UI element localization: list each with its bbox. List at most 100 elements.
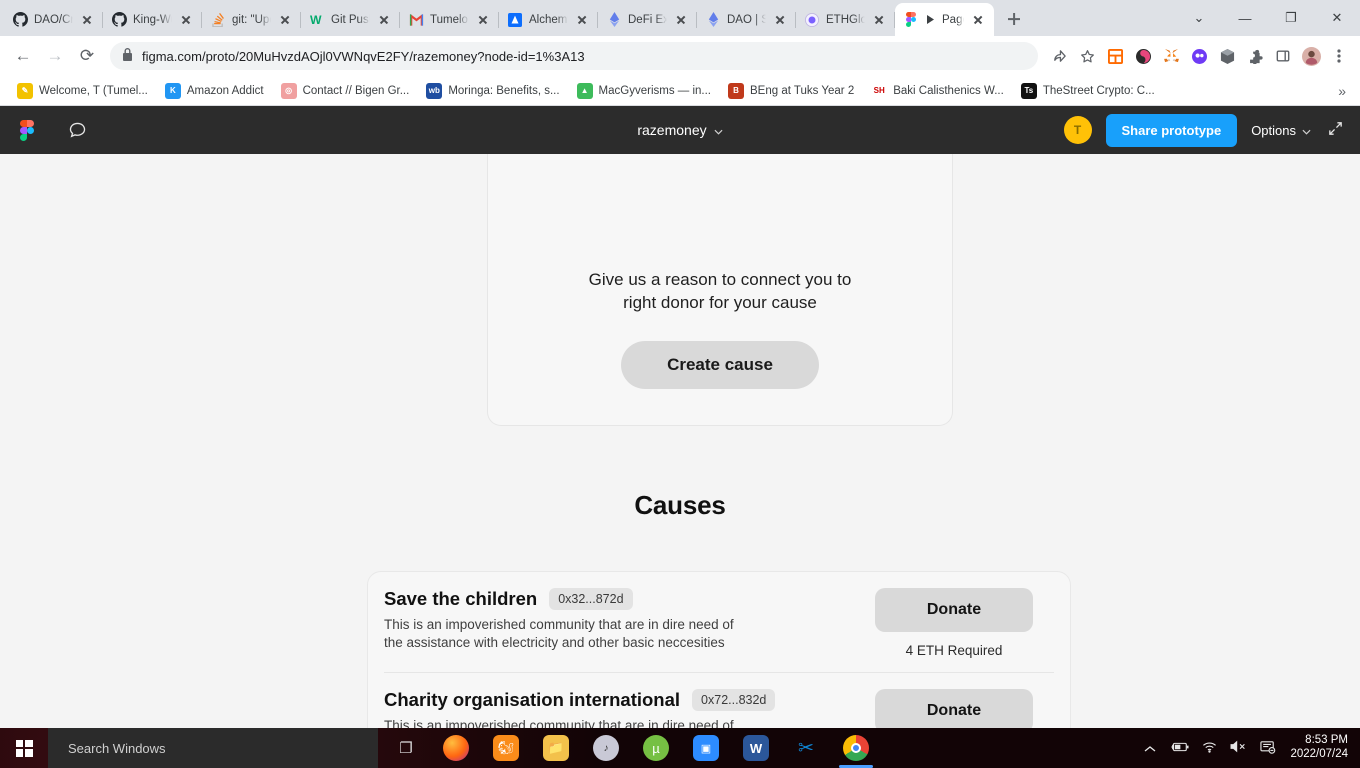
browser-tab[interactable]: DAO/Cry [4,3,103,36]
prototype-file-title[interactable]: razemoney [550,122,810,138]
extension-pink-icon[interactable] [1130,43,1156,69]
bookmark-item[interactable]: ✎ Welcome, T (Tumel... [10,80,155,102]
music-app-icon[interactable]: ♪ [582,728,630,768]
chrome-glyph [843,735,869,761]
clock-date: 2022/07/24 [1290,748,1348,760]
tab-label: Git Push [331,13,370,26]
new-tab-button[interactable] [1000,5,1028,33]
file-title-text: razemoney [637,122,707,138]
lede-line-1: Give us a reason to connect you to [588,270,852,290]
browser-tab[interactable]: Alchemy [499,3,598,36]
close-icon[interactable] [475,12,491,28]
close-icon[interactable] [673,12,689,28]
zoom-icon[interactable]: ▣ [682,728,730,768]
browser-tab[interactable]: ETHGlob [796,3,895,36]
close-icon[interactable] [772,12,788,28]
forward-button[interactable]: → [40,41,70,71]
firefox-icon[interactable] [432,728,480,768]
utorrent-icon[interactable]: µ [632,728,680,768]
donate-button[interactable]: Donate [875,588,1033,632]
thestreet-icon: Ts [1020,82,1037,99]
github-icon [111,12,127,28]
close-icon[interactable] [79,12,95,28]
play-icon [925,12,936,28]
fullscreen-expand-icon[interactable] [1325,120,1346,141]
bookmarks-overflow-button[interactable]: » [1338,83,1350,99]
browser-tab[interactable]: King-Wu [103,3,202,36]
figma-icon [903,12,919,28]
bookmark-item[interactable]: wb Moringa: Benefits, s... [419,80,566,102]
task-view-icon[interactable]: ❐ [382,728,430,768]
tab-search-icon[interactable]: ⌄ [1176,2,1222,34]
chrome-menu-icon[interactable] [1326,43,1352,69]
figma-toolbar-right: T Share prototype Options [1063,113,1347,147]
system-tray: 8:53 PM 2022/07/24 [1144,734,1360,761]
bookmark-item[interactable]: ▲ MacGyverisms — in... [570,80,718,102]
bookmark-item[interactable]: SH Baki Calisthenics W... [864,80,1011,102]
comment-bubble-icon[interactable] [60,113,94,147]
share-prototype-button[interactable]: Share prototype [1105,113,1238,147]
tab-label: ETHGlob [826,13,865,26]
close-icon[interactable] [376,12,392,28]
maximize-button[interactable]: ❐ [1268,2,1314,34]
avatar[interactable]: T [1063,116,1092,144]
bookmark-item[interactable]: ◎ Contact // Bigen Gr... [274,80,417,102]
ethereum-icon [606,12,622,28]
battery-charging-icon[interactable] [1169,741,1189,756]
bookmark-item[interactable]: Ts TheStreet Crypto: C... [1014,80,1162,102]
extensions-puzzle-icon[interactable] [1242,43,1268,69]
browser-tab[interactable]: W Git Push [301,3,400,36]
uc-browser-icon[interactable]: 🐿 [482,728,530,768]
close-icon[interactable] [277,12,293,28]
browser-tab[interactable]: DAO | S [697,3,796,36]
volume-muted-icon[interactable] [1230,740,1247,756]
file-explorer-icon[interactable]: 📁 [532,728,580,768]
create-cause-button[interactable]: Create cause [621,341,819,389]
word-icon[interactable]: W [732,728,780,768]
vscode-icon[interactable]: ✂ [782,728,830,768]
extension-orange-icon[interactable] [1102,43,1128,69]
close-icon[interactable] [574,12,590,28]
chevron-up-icon[interactable] [1144,741,1156,756]
bookmark-item[interactable]: B BEng at Tuks Year 2 [721,80,861,102]
search-input[interactable]: Search Windows [48,728,378,768]
donate-button[interactable]: Donate [875,689,1033,730]
task-view-glyph: ❐ [399,740,413,757]
taskbar-clock[interactable]: 8:53 PM 2022/07/24 [1290,734,1348,761]
extension-box-icon[interactable] [1214,43,1240,69]
side-panel-icon[interactable] [1270,43,1296,69]
extension-purple-icon[interactable] [1186,43,1212,69]
figma-logo-icon[interactable] [14,117,40,143]
browser-tab[interactable]: git: "Upd [202,3,301,36]
gmail-icon [408,12,424,28]
wifi-icon[interactable] [1202,741,1217,756]
browser-tab[interactable]: Tumelo [400,3,499,36]
bookmark-star-icon[interactable] [1074,43,1100,69]
windows-start-icon[interactable] [0,728,48,768]
prototype-canvas: Give us a reason to connect you to right… [0,154,1360,730]
browser-tab[interactable]: DeFi Exc [598,3,697,36]
chrome-icon[interactable] [832,728,880,768]
close-icon[interactable] [178,12,194,28]
zoom-glyph: ▣ [693,735,719,761]
cause-address-badge[interactable]: 0x72...832d [692,689,776,711]
profile-avatar-icon[interactable] [1298,43,1324,69]
bookmark-label: Moringa: Benefits, s... [448,84,560,97]
browser-tab-active[interactable]: Page [895,3,994,36]
cause-address-badge[interactable]: 0x32...872d [549,588,633,610]
b-icon: B [728,82,745,99]
back-button[interactable]: ← [8,41,38,71]
tab-label: King-Wu [133,13,172,26]
options-menu-button[interactable]: Options [1251,123,1311,138]
minimize-button[interactable]: — [1222,2,1268,34]
bookmark-item[interactable]: K Amazon Addict [158,80,271,102]
share-icon[interactable] [1046,43,1072,69]
metamask-icon[interactable] [1158,43,1184,69]
notifications-icon[interactable] [1260,740,1277,757]
close-icon[interactable] [871,12,887,28]
close-window-button[interactable]: ✕ [1314,2,1360,34]
reload-button[interactable]: ⟳ [72,41,102,71]
address-bar[interactable]: figma.com/proto/20MuHvzdAOjl0VWNqvE2FY/r… [110,42,1038,70]
close-icon[interactable] [970,12,986,28]
lede-line-2: right donor for your cause [623,293,817,313]
